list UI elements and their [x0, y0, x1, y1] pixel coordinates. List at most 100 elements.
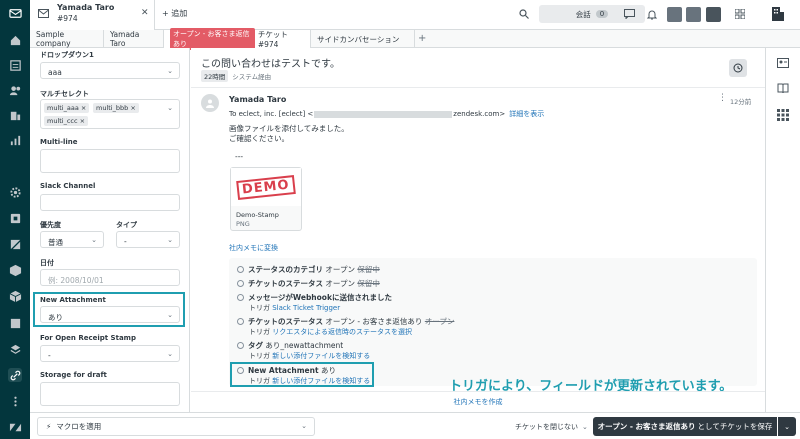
event-old-value: 保留中 — [357, 265, 380, 274]
event-item: タグ あり_newattachment トリガ 新しい添付ファイルを検知する — [237, 340, 370, 361]
cube-icon[interactable] — [8, 289, 22, 303]
tab-requester[interactable]: Yamada Taro — [104, 30, 164, 48]
apps-grid-icon[interactable] — [777, 109, 789, 121]
marketplace-icon[interactable] — [8, 237, 22, 251]
views-icon[interactable] — [8, 58, 22, 72]
priority-select[interactable]: 普通 ⌄ — [40, 231, 104, 248]
type-select[interactable]: - ⌄ — [116, 231, 180, 248]
chevron-down-icon: ⌄ — [167, 350, 173, 358]
knowledge-icon[interactable] — [777, 82, 789, 94]
apply-macro-label: マクロを適用 — [56, 422, 102, 431]
building-icon[interactable] — [770, 6, 786, 22]
event-value: オープン - お客さま返信あり — [325, 317, 423, 326]
message-ellipsis[interactable]: --- — [235, 152, 243, 161]
demo-stamp-image: DEMO — [236, 174, 296, 200]
priority-value: 普通 — [48, 238, 63, 247]
to-suffix: zendesk.com> — [453, 110, 506, 118]
reporting-icon[interactable] — [8, 133, 22, 147]
tab-side-conversation[interactable]: サイドカンバセーション — [311, 30, 415, 48]
chip-multi-bbb[interactable]: multi_bbb × — [93, 103, 139, 113]
apply-macro-select[interactable]: ⚡ マクロを適用 ⌄ — [37, 417, 315, 436]
admin-gear-icon[interactable] — [8, 185, 22, 199]
submit-ticket-button[interactable]: オープン - お客さま返信あり としてチケットを保存 — [593, 417, 777, 436]
dropdown1-value: aaa — [48, 68, 62, 77]
chat-icon[interactable] — [621, 6, 637, 22]
agent-icon[interactable] — [685, 6, 701, 22]
link-icon[interactable] — [8, 368, 22, 382]
tab-ticket[interactable]: オープン - お客さま返信あり チケット #974 — [164, 28, 311, 50]
terminal-icon[interactable] — [705, 6, 721, 22]
source-label: システム経由 — [232, 73, 272, 81]
avatar[interactable] — [201, 94, 219, 112]
attachment-card[interactable]: DEMO Demo-Stamp PNG — [230, 167, 302, 231]
mail-icon — [38, 9, 49, 20]
convert-to-internal-note-link[interactable]: 社内メモに変換 — [229, 243, 278, 253]
close-ticket-option[interactable]: チケットを閉じない ⌄ — [515, 422, 588, 432]
submit-options-button[interactable]: ⌄ — [778, 417, 796, 436]
zendesk-footer-icon[interactable] — [8, 420, 22, 434]
ticket-subject: この問い合わせはテストです。 — [201, 59, 340, 70]
message-more-icon[interactable]: ⋮ — [718, 93, 727, 103]
multiselect-label: マルチセレクト — [40, 90, 89, 98]
chip-multi-aaa[interactable]: multi_aaa × — [44, 103, 90, 113]
top-bar: Yamada Taro #974 ✕ + 追加 会話 0 — [30, 0, 800, 30]
add-tab-button[interactable]: + 追加 — [162, 8, 187, 19]
dropdown1-label: ドロップダウン1 — [40, 51, 94, 59]
chip-label: multi_bbb — [96, 104, 129, 112]
message-time: 12分前 — [730, 98, 752, 106]
message-body-line: ご確認ください。 — [229, 134, 289, 143]
remove-chip-icon[interactable]: × — [81, 104, 86, 112]
products-grid-icon[interactable] — [732, 6, 748, 22]
more-icon[interactable] — [8, 394, 22, 408]
trigger-link[interactable]: 新しい添付ファイルを検知する — [272, 352, 370, 360]
add-tab-label: 追加 — [171, 9, 188, 18]
slack-channel-input[interactable] — [40, 194, 180, 211]
trigger-link[interactable]: リクエスタによる返信時のステータスを選択 — [272, 328, 412, 336]
open-receipt-select[interactable]: - ⌄ — [40, 345, 180, 362]
box-icon[interactable] — [8, 263, 22, 277]
stack-icon[interactable] — [8, 342, 22, 356]
check-circle-icon — [237, 279, 244, 287]
event-title: チケットのステータス — [248, 317, 323, 326]
search-icon[interactable] — [516, 6, 532, 22]
trigger-prefix: トリガ — [249, 304, 270, 312]
right-context-panel — [765, 48, 800, 412]
chevron-down-icon: ⌄ — [167, 104, 173, 112]
history-button[interactable] — [729, 59, 747, 77]
apps-icon[interactable] — [8, 211, 22, 225]
remove-chip-icon[interactable]: × — [80, 117, 85, 125]
customers-icon[interactable] — [8, 83, 22, 97]
home-icon[interactable] — [8, 33, 22, 47]
trigger-link[interactable]: Slack Ticket Trigger — [272, 304, 340, 312]
remove-chip-icon[interactable]: × — [130, 104, 135, 112]
ticket-fields-panel: ドロップダウン1 aaa ⌄ マルチセレクト multi_aaa × multi… — [30, 48, 190, 412]
chevron-down-icon: ⌄ — [167, 311, 173, 319]
storage-draft-input[interactable] — [40, 382, 180, 406]
profile-icon[interactable] — [666, 6, 682, 22]
event-value: あり_newattachment — [265, 341, 344, 350]
zendesk-logo-icon[interactable] — [8, 6, 22, 20]
user-card-icon[interactable] — [777, 57, 789, 69]
close-icon[interactable]: ✕ — [141, 8, 149, 18]
chevron-down-icon: ⌄ — [167, 236, 173, 244]
multiselect-field[interactable]: multi_aaa × multi_bbb × multi_ccc × ⌄ — [40, 99, 180, 129]
chip-multi-ccc[interactable]: multi_ccc × — [44, 116, 89, 126]
tab-organization[interactable]: Sample company — [30, 30, 104, 48]
create-internal-note-link[interactable]: 社内メモを作成 — [191, 397, 765, 407]
conversations-count: 0 — [595, 10, 609, 18]
check-circle-icon — [237, 366, 244, 374]
organizations-icon[interactable] — [8, 108, 22, 122]
show-details-link[interactable]: 詳細を表示 — [509, 109, 544, 119]
attachment-thumbnail: DEMO — [231, 168, 301, 206]
ticket-workspace-tab[interactable]: Yamada Taro #974 ✕ — [30, 0, 155, 30]
new-attachment-select[interactable]: あり ⌄ — [40, 306, 180, 323]
dropdown1-select[interactable]: aaa ⌄ — [40, 62, 180, 79]
date-input[interactable]: 例: 2008/10/01 — [40, 269, 180, 286]
trigger-link[interactable]: 新しい添付ファイルを検知する — [272, 377, 370, 385]
multiline-textarea[interactable] — [40, 149, 180, 173]
window-icon[interactable] — [8, 316, 22, 330]
add-subtab-icon[interactable]: + — [418, 33, 426, 44]
sender-name[interactable]: Yamada Taro — [229, 95, 286, 104]
event-item: チケットのステータス オープン 保留中 — [237, 278, 380, 289]
bell-icon[interactable] — [644, 6, 660, 22]
